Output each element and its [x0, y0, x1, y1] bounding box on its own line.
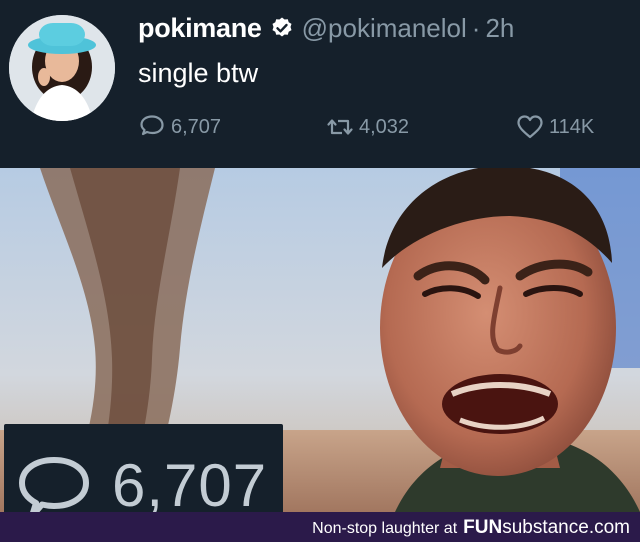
retweet-icon — [327, 119, 353, 135]
tweet-text: single btw — [138, 58, 259, 88]
user-handle[interactable]: @pokimanelol — [302, 13, 467, 44]
watermark-brand[interactable]: FUNsubstance.com — [463, 517, 630, 539]
reply-bubble-icon — [19, 457, 89, 512]
heart-icon — [517, 115, 543, 139]
meme-image: 6,707 — [0, 168, 640, 512]
separator-dot: · — [471, 12, 481, 43]
like-button[interactable]: 114K — [515, 110, 594, 144]
brand-prefix: FUN — [463, 517, 503, 538]
display-name[interactable]: pokimane — [138, 13, 262, 44]
timestamp[interactable]: 2h — [485, 13, 514, 44]
verified-badge-icon — [270, 16, 294, 40]
tweet-actions: 6,707 4,032 114K — [137, 110, 617, 144]
watermark-text: Non-stop laughter at — [312, 520, 458, 537]
brand-suffix: substance.com — [502, 517, 630, 538]
tweet-card: pokimane @pokimanelol · 2h single btw 6,… — [0, 0, 640, 168]
reply-count: 6,707 — [171, 115, 222, 138]
avatar[interactable] — [9, 15, 115, 121]
reply-button[interactable]: 6,707 — [137, 110, 221, 144]
zoomed-reply-count: 6,707 — [112, 452, 268, 513]
zoomed-reply-count-box: 6,707 — [4, 424, 283, 512]
retweet-button[interactable]: 4,032 — [325, 110, 409, 144]
retweet-count: 4,032 — [359, 115, 410, 138]
reply-bubble-icon — [140, 115, 164, 136]
watermark-text-group: Non-stop laughter at FUNsubstance.com — [312, 517, 630, 539]
watermark-footer: Non-stop laughter at FUNsubstance.com — [0, 512, 640, 542]
like-count: 114K — [549, 115, 595, 138]
tweet-header: pokimane @pokimanelol · 2h — [138, 10, 514, 46]
